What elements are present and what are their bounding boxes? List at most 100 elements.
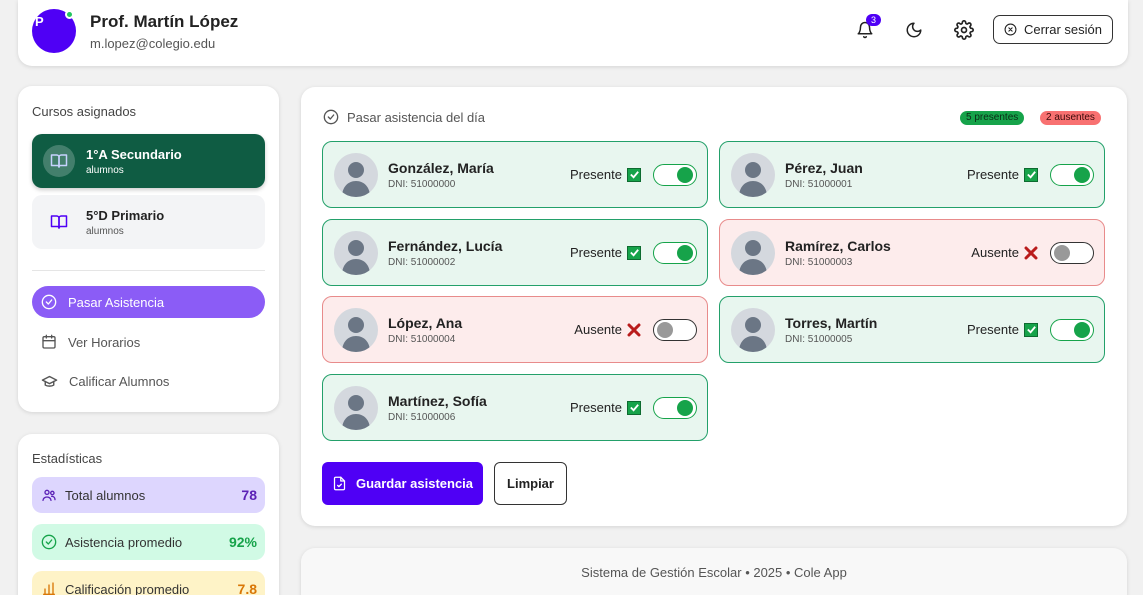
calendar-icon	[42, 334, 56, 349]
checkmark-icon	[627, 245, 641, 260]
student-dni: DNI: 51000005	[785, 334, 853, 345]
student-card: Ramírez, Carlos DNI: 51000003 Ausente	[719, 219, 1105, 286]
course-item-5d-primario[interactable]: 5°D Primario alumnos	[32, 195, 265, 249]
attendance-toggle[interactable]	[653, 242, 697, 264]
footer-text: Sistema de Gestión Escolar • 2025 • Cole…	[581, 565, 847, 580]
student-status: Presente	[967, 322, 1038, 337]
settings-button[interactable]	[952, 18, 976, 42]
stat-label: Calificación promedio	[65, 581, 190, 595]
student-status: Presente	[570, 167, 641, 182]
student-dni: DNI: 51000006	[388, 412, 456, 423]
student-card: González, María DNI: 51000000 Presente	[322, 141, 708, 208]
student-dni: DNI: 51000004	[388, 334, 456, 345]
attendance-toggle[interactable]	[1050, 319, 1094, 341]
save-attendance-button[interactable]: Guardar asistencia	[322, 462, 483, 505]
checkmark-icon	[627, 167, 641, 182]
course-name: 5°D Primario	[86, 208, 165, 223]
logout-label: Cerrar sesión	[1023, 22, 1103, 37]
nav-pasar-asistencia[interactable]: Pasar Asistencia	[32, 286, 265, 318]
sidebar-divider	[32, 270, 265, 271]
toggle-knob	[1074, 167, 1090, 183]
notification-count-badge: 3	[866, 14, 882, 26]
student-avatar-icon	[334, 231, 378, 275]
attendance-panel: Pasar asistencia del día 5 presentes 2 a…	[301, 87, 1127, 526]
present-count-badge: 5 presentes	[960, 111, 1025, 125]
student-avatar-icon	[334, 386, 378, 430]
status-label: Ausente	[971, 245, 1019, 260]
stats-title: Estadísticas	[32, 451, 103, 466]
user-email: m.lopez@colegio.edu	[90, 36, 216, 51]
stat-asistencia-promedio: Asistencia promedio 92%	[32, 524, 265, 560]
theme-toggle-button[interactable]	[902, 18, 926, 42]
stats-panel: Estadísticas Total alumnos 78 Asistencia…	[18, 434, 279, 595]
student-avatar-icon	[731, 153, 775, 197]
check-circle-icon	[41, 294, 57, 310]
attendance-toggle[interactable]	[1050, 242, 1094, 264]
cross-icon	[627, 323, 641, 337]
student-status: Presente	[570, 245, 641, 260]
book-icon	[43, 206, 75, 238]
checkmark-icon	[627, 400, 641, 415]
status-label: Ausente	[574, 322, 622, 337]
user-avatar[interactable]: P	[32, 9, 76, 53]
student-name: Fernández, Lucía	[388, 238, 503, 254]
moon-icon	[906, 22, 922, 38]
toggle-knob	[1054, 245, 1070, 261]
course-item-1a-secundario[interactable]: 1°A Secundario alumnos	[32, 134, 265, 188]
nav-calificar-alumnos[interactable]: Calificar Alumnos	[32, 365, 265, 397]
status-label: Presente	[569, 400, 622, 415]
student-avatar-icon	[731, 308, 775, 352]
avatar-initial: P	[35, 14, 44, 29]
status-label: Presente	[569, 245, 622, 260]
student-status: Ausente	[971, 245, 1038, 260]
user-name: Prof. Martín López	[90, 12, 239, 31]
notifications-button[interactable]: 3	[853, 14, 882, 42]
attendance-toggle[interactable]	[653, 164, 697, 186]
student-dni: DNI: 51000002	[388, 257, 456, 268]
student-avatar-icon	[731, 231, 775, 275]
student-card: Torres, Martín DNI: 51000005 Presente	[719, 296, 1105, 363]
check-circle-icon	[323, 109, 339, 125]
student-dni: DNI: 51000001	[785, 179, 853, 190]
status-label: Presente	[966, 167, 1019, 182]
absent-count-badge: 2 ausentes	[1040, 111, 1101, 125]
book-icon	[43, 145, 75, 177]
student-card: Pérez, Juan DNI: 51000001 Presente	[719, 141, 1105, 208]
student-card: López, Ana DNI: 51000004 Ausente	[322, 296, 708, 363]
attendance-toggle[interactable]	[653, 319, 697, 341]
course-subtitle: alumnos	[86, 165, 124, 176]
checkmark-icon	[1024, 167, 1038, 182]
logout-button[interactable]: Cerrar sesión	[993, 15, 1113, 44]
nav-label: Pasar Asistencia	[68, 294, 165, 310]
student-avatar-icon	[334, 153, 378, 197]
student-dni: DNI: 51000003	[785, 257, 853, 268]
courses-title: Cursos asignados	[32, 104, 137, 119]
attendance-toggle[interactable]	[1050, 164, 1094, 186]
student-avatar-icon	[334, 308, 378, 352]
course-name: 1°A Secundario	[86, 147, 182, 162]
top-header: P Prof. Martín López m.lopez@colegio.edu…	[18, 0, 1128, 66]
student-name: Ramírez, Carlos	[785, 238, 891, 254]
student-name: González, María	[388, 160, 494, 176]
student-status: Presente	[570, 400, 641, 415]
stat-label: Total alumnos	[65, 487, 146, 503]
graduation-cap-icon	[41, 375, 58, 387]
nav-label: Ver Horarios	[68, 334, 141, 350]
stat-value: 7.8	[237, 581, 257, 595]
stat-value: 78	[241, 487, 257, 503]
student-dni: DNI: 51000000	[388, 179, 456, 190]
save-label: Guardar asistencia	[355, 476, 474, 491]
nav-ver-horarios[interactable]: Ver Horarios	[32, 326, 265, 358]
student-card: Martínez, Sofía DNI: 51000006 Presente	[322, 374, 708, 441]
check-circle-icon	[41, 534, 57, 550]
attendance-toggle[interactable]	[653, 397, 697, 419]
stat-value: 92%	[228, 534, 257, 550]
toggle-knob	[677, 400, 693, 416]
stat-calificacion-promedio: Calificación promedio 7.8	[32, 571, 265, 595]
users-icon	[42, 489, 56, 501]
attendance-title: Pasar asistencia del día	[323, 109, 485, 125]
clear-button[interactable]: Limpiar	[494, 462, 567, 505]
close-circle-icon	[1004, 23, 1017, 36]
course-subtitle: alumnos	[86, 226, 124, 237]
stat-total-alumnos: Total alumnos 78	[32, 477, 265, 513]
